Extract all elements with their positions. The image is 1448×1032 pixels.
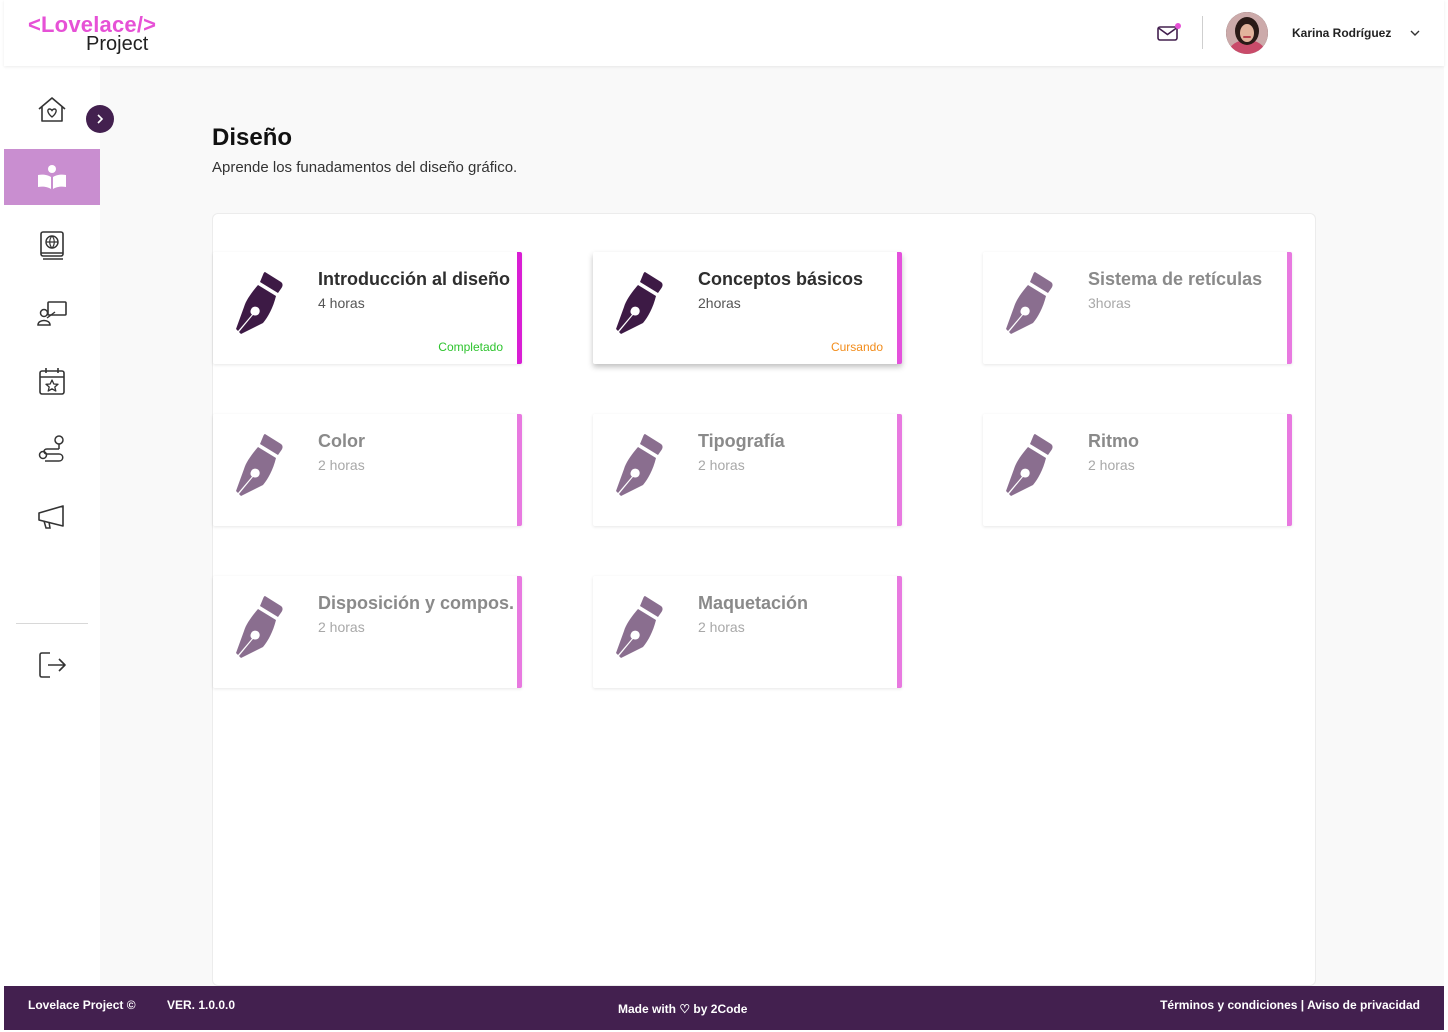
courses-panel: Introducción al diseño 4 horas Completado C… bbox=[212, 213, 1316, 986]
book-reader-icon bbox=[38, 165, 66, 189]
course-name: Sistema de retículas bbox=[1088, 269, 1263, 289]
course-card[interactable]: Disposición y compos... 2 horas bbox=[213, 576, 522, 688]
page-title: Diseño bbox=[212, 124, 293, 151]
logo-text-bottom: Project bbox=[86, 33, 149, 55]
course-duration: 2horas bbox=[698, 295, 741, 311]
logo[interactable]: <Lovelace/> Project bbox=[28, 12, 168, 58]
course-name: Disposición y compos... bbox=[318, 593, 514, 613]
footer-legal: Términos y condiciones | Aviso de privac… bbox=[1160, 998, 1420, 1012]
course-name: Ritmo bbox=[1088, 431, 1139, 451]
footer-separator: | bbox=[1297, 998, 1308, 1012]
course-name: Conceptos básicos bbox=[698, 269, 864, 289]
footer-copyright: Lovelace Project © bbox=[28, 998, 136, 1012]
chevron-right-icon bbox=[97, 114, 104, 124]
logout-icon bbox=[39, 652, 66, 678]
sidebar-item-mentors[interactable] bbox=[4, 285, 100, 341]
course-duration: 2 horas bbox=[1088, 457, 1135, 473]
course-name: Introducción al diseño bbox=[318, 269, 511, 289]
footer-version: VER. 1.0.0.0 bbox=[167, 998, 236, 1012]
chevron-down-icon[interactable] bbox=[1408, 26, 1422, 40]
course-duration: 2 horas bbox=[318, 619, 365, 635]
footer-made-with: Made with ♡ by 2Code bbox=[618, 1002, 748, 1016]
user-name[interactable]: Karina Rodríguez bbox=[1292, 26, 1391, 40]
privacy-link[interactable]: Aviso de privacidad bbox=[1307, 998, 1420, 1012]
course-card[interactable]: Sistema de retículas 3horas bbox=[983, 252, 1292, 364]
page-subtitle: Aprende los funadamentos del diseño gráf… bbox=[212, 159, 518, 176]
course-card[interactable]: Ritmo 2 horas bbox=[983, 414, 1292, 526]
course-card[interactable]: Conceptos básicos 2horas Cursando bbox=[593, 252, 902, 364]
sidebar-item-routes[interactable] bbox=[4, 421, 100, 477]
pen-nib-icon bbox=[1006, 272, 1053, 334]
course-card[interactable]: Maquetación 2 horas bbox=[593, 576, 902, 688]
pen-nib-icon bbox=[616, 596, 663, 658]
home-heart-icon bbox=[38, 97, 66, 122]
pen-nib-icon bbox=[616, 272, 663, 334]
sidebar-toggle-button[interactable] bbox=[86, 105, 114, 133]
sidebar-divider bbox=[16, 623, 88, 624]
sidebar-item-events[interactable] bbox=[4, 353, 100, 409]
route-icon bbox=[38, 435, 64, 462]
course-status: Completado bbox=[438, 340, 503, 354]
course-duration: 2 horas bbox=[698, 457, 745, 473]
globe-book-icon bbox=[40, 231, 64, 260]
top-header: <Lovelace/> Project Karina Rodríguez bbox=[4, 0, 1444, 66]
footer: Lovelace Project © VER. 1.0.0.0 Made wit… bbox=[4, 986, 1444, 1030]
course-name: Maquetación bbox=[698, 593, 809, 613]
teacher-board-icon bbox=[37, 301, 67, 326]
course-name: Tipografía bbox=[698, 431, 785, 451]
pen-nib-icon bbox=[236, 596, 283, 658]
sidebar-item-courses[interactable] bbox=[4, 149, 100, 205]
course-name: Color bbox=[318, 431, 365, 451]
main-content: Diseño Aprende los funadamentos del dise… bbox=[100, 66, 1444, 986]
pen-nib-icon bbox=[1006, 434, 1053, 496]
sidebar bbox=[4, 66, 100, 986]
sidebar-item-announcements[interactable] bbox=[4, 489, 100, 545]
terms-link[interactable]: Términos y condiciones bbox=[1160, 998, 1297, 1012]
course-duration: 2 horas bbox=[698, 619, 745, 635]
course-duration: 2 horas bbox=[318, 457, 365, 473]
sidebar-item-library[interactable] bbox=[4, 217, 100, 273]
mail-icon[interactable] bbox=[1156, 22, 1181, 44]
avatar[interactable] bbox=[1226, 12, 1268, 54]
course-card[interactable]: Tipografía 2 horas bbox=[593, 414, 902, 526]
course-duration: 4 horas bbox=[318, 295, 365, 311]
course-status: Cursando bbox=[830, 340, 883, 354]
course-card[interactable]: Color 2 horas bbox=[213, 414, 522, 526]
pen-nib-icon bbox=[236, 434, 283, 496]
course-duration: 3horas bbox=[1088, 295, 1131, 311]
course-card[interactable]: Introducción al diseño 4 horas Completado bbox=[213, 252, 522, 364]
calendar-star-icon bbox=[39, 368, 65, 395]
notification-dot bbox=[1175, 23, 1181, 29]
sidebar-item-home[interactable] bbox=[4, 82, 100, 138]
pen-nib-icon bbox=[616, 434, 663, 496]
pen-nib-icon bbox=[236, 272, 283, 334]
megaphone-icon bbox=[38, 505, 64, 529]
sidebar-item-logout[interactable] bbox=[4, 637, 100, 693]
header-divider bbox=[1202, 16, 1203, 49]
